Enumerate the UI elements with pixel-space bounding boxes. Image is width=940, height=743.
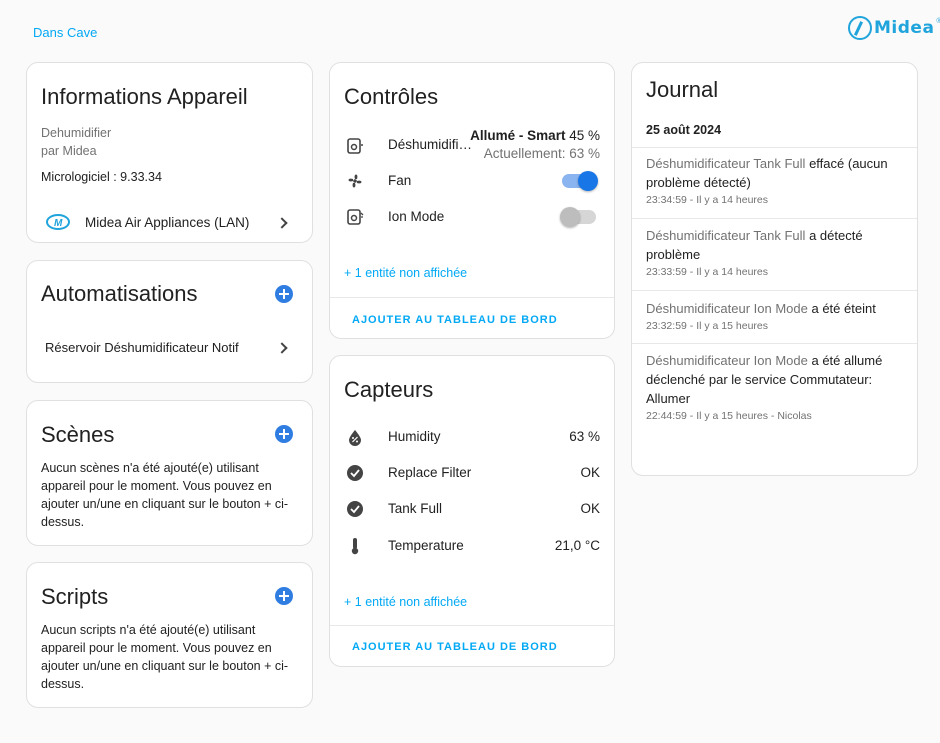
entity-state: Allumé - Smart 45 % Actuellement: 63 %	[470, 127, 600, 163]
fan-icon	[346, 172, 364, 190]
log-message: Déshumidificateur Ion Mode a été éteint	[646, 299, 903, 318]
sensors-card: Capteurs Humidity 63 % Replace Filter OK…	[329, 355, 615, 667]
integration-row[interactable]: M Midea Air Appliances (LAN)	[27, 203, 312, 239]
add-automation-button[interactable]	[275, 285, 293, 303]
entity-name: Déshumidific…	[388, 137, 478, 152]
sensor-row-temperature[interactable]: Temperature 21,0 °C	[330, 533, 614, 559]
add-scene-button[interactable]	[275, 425, 293, 443]
midea-integration-icon: M	[46, 214, 70, 230]
dehumidifier-icon	[346, 137, 364, 155]
log-text: a été éteint	[811, 301, 876, 316]
log-time: 23:34:59 - Il y a 14 heures	[646, 194, 768, 206]
check-circle-icon	[346, 464, 364, 482]
log-time: 22:44:59 - Il y a 15 heures - Nicolas	[646, 410, 812, 422]
scripts-title: Scripts	[41, 584, 109, 609]
sensors-title: Capteurs	[344, 377, 434, 402]
controls-title: Contrôles	[344, 84, 439, 109]
device-model: Dehumidifier	[41, 126, 112, 140]
entity-state: OK	[580, 465, 600, 480]
state-mode: Allumé - Smart	[470, 128, 566, 143]
divider	[632, 290, 917, 291]
log-message: Déshumidificateur Tank Full a détecté pr…	[646, 226, 903, 264]
entity-state: 63 %	[569, 429, 600, 444]
automation-item-label: Réservoir Déshumidificateur Notif	[45, 340, 239, 355]
brand-name: Midea	[874, 18, 935, 38]
ion-mode-icon	[346, 208, 364, 226]
chevron-right-icon	[276, 217, 288, 229]
scenes-title: Scènes	[41, 422, 115, 447]
brand-registered-mark: ®	[936, 18, 940, 25]
journal-card: Journal 25 août 2024 Déshumidificateur T…	[631, 62, 918, 476]
entity-name: Temperature	[388, 538, 464, 553]
sensor-row-replace-filter[interactable]: Replace Filter OK	[330, 460, 614, 486]
device-info-title: Informations Appareil	[41, 84, 248, 109]
add-to-dashboard-button[interactable]: AJOUTER AU TABLEAU DE BORD	[352, 314, 558, 326]
scripts-empty-text: Aucun scripts n'a été ajouté(e) utilisan…	[41, 623, 289, 691]
fan-toggle[interactable]	[562, 171, 598, 191]
log-entry[interactable]: Déshumidificateur Tank Full a détecté pr…	[632, 226, 917, 278]
svg-text:M: M	[54, 218, 63, 229]
automation-item[interactable]: Réservoir Déshumidificateur Notif	[27, 336, 312, 360]
sensor-row-tank-full[interactable]: Tank Full OK	[330, 496, 614, 522]
scenes-card: Scènes Aucun scènes n'a été ajouté(e) ut…	[26, 400, 313, 546]
entity-name: Tank Full	[388, 501, 443, 516]
entity-name: Replace Filter	[388, 465, 472, 480]
divider	[330, 297, 614, 298]
automations-title: Automatisations	[41, 281, 198, 306]
device-manufacturer: par Midea	[41, 144, 97, 158]
log-message: Déshumidificateur Tank Full effacé (aucu…	[646, 154, 903, 192]
state-value: 45 %	[569, 128, 600, 143]
journal-title: Journal	[646, 77, 719, 102]
area-link[interactable]: Dans Cave	[33, 25, 97, 40]
automations-card: Automatisations Réservoir Déshumidificat…	[26, 260, 313, 383]
log-message: Déshumidificateur Ion Mode a été allumé …	[646, 351, 903, 408]
sensor-row-humidity[interactable]: Humidity 63 %	[330, 424, 614, 450]
log-entity[interactable]: Déshumidificateur Ion Mode	[646, 301, 808, 316]
ion-mode-toggle[interactable]	[560, 207, 596, 227]
log-entry[interactable]: Déshumidificateur Ion Mode a été allumé …	[632, 351, 917, 422]
divider	[632, 343, 917, 344]
thermometer-icon	[346, 537, 364, 555]
scripts-card: Scripts Aucun scripts n'a été ajouté(e) …	[26, 562, 313, 708]
brand-logo: Midea ®	[848, 16, 940, 40]
entity-row-ion-mode: Ion Mode	[330, 205, 614, 229]
device-firmware: Micrologiciel : 9.33.34	[41, 170, 162, 184]
log-time: 23:33:59 - Il y a 14 heures	[646, 266, 768, 278]
integration-label: Midea Air Appliances (LAN)	[85, 215, 250, 230]
check-circle-icon	[346, 500, 364, 518]
divider	[632, 218, 917, 219]
add-to-dashboard-button[interactable]: AJOUTER AU TABLEAU DE BORD	[352, 641, 558, 653]
log-entry[interactable]: Déshumidificateur Tank Full effacé (aucu…	[632, 154, 917, 206]
journal-date: 25 août 2024	[646, 123, 722, 137]
state-current: Actuellement: 63 %	[483, 146, 600, 161]
midea-logo-icon	[848, 16, 872, 40]
entity-name[interactable]: Fan	[388, 173, 411, 188]
water-percent-icon	[346, 428, 364, 446]
entity-row-dehumidifier[interactable]: Déshumidific… Allumé - Smart 45 % Actuel…	[330, 125, 614, 165]
log-entity[interactable]: Déshumidificateur Ion Mode	[646, 353, 808, 368]
log-time: 23:32:59 - Il y a 15 heures	[646, 320, 768, 332]
device-info-card: Informations Appareil Dehumidifier par M…	[26, 62, 313, 243]
add-script-button[interactable]	[275, 587, 293, 605]
controls-card: Contrôles Déshumidific… Allumé - Smart 4…	[329, 62, 615, 339]
entity-row-fan: Fan	[330, 169, 614, 193]
show-hidden-entities-link[interactable]: + 1 entité non affichée	[344, 595, 467, 609]
entity-state: OK	[580, 501, 600, 516]
scenes-empty-text: Aucun scènes n'a été ajouté(e) utilisant…	[41, 461, 289, 529]
divider	[632, 147, 917, 148]
entity-name[interactable]: Ion Mode	[388, 209, 444, 224]
entity-name: Humidity	[388, 429, 441, 444]
chevron-right-icon	[276, 342, 288, 354]
divider	[330, 625, 614, 626]
log-entity[interactable]: Déshumidificateur Tank Full	[646, 156, 805, 171]
entity-state: 21,0 °C	[554, 538, 600, 553]
log-entity[interactable]: Déshumidificateur Tank Full	[646, 228, 805, 243]
log-entry[interactable]: Déshumidificateur Ion Mode a été éteint …	[632, 299, 917, 332]
show-hidden-entities-link[interactable]: + 1 entité non affichée	[344, 266, 467, 280]
